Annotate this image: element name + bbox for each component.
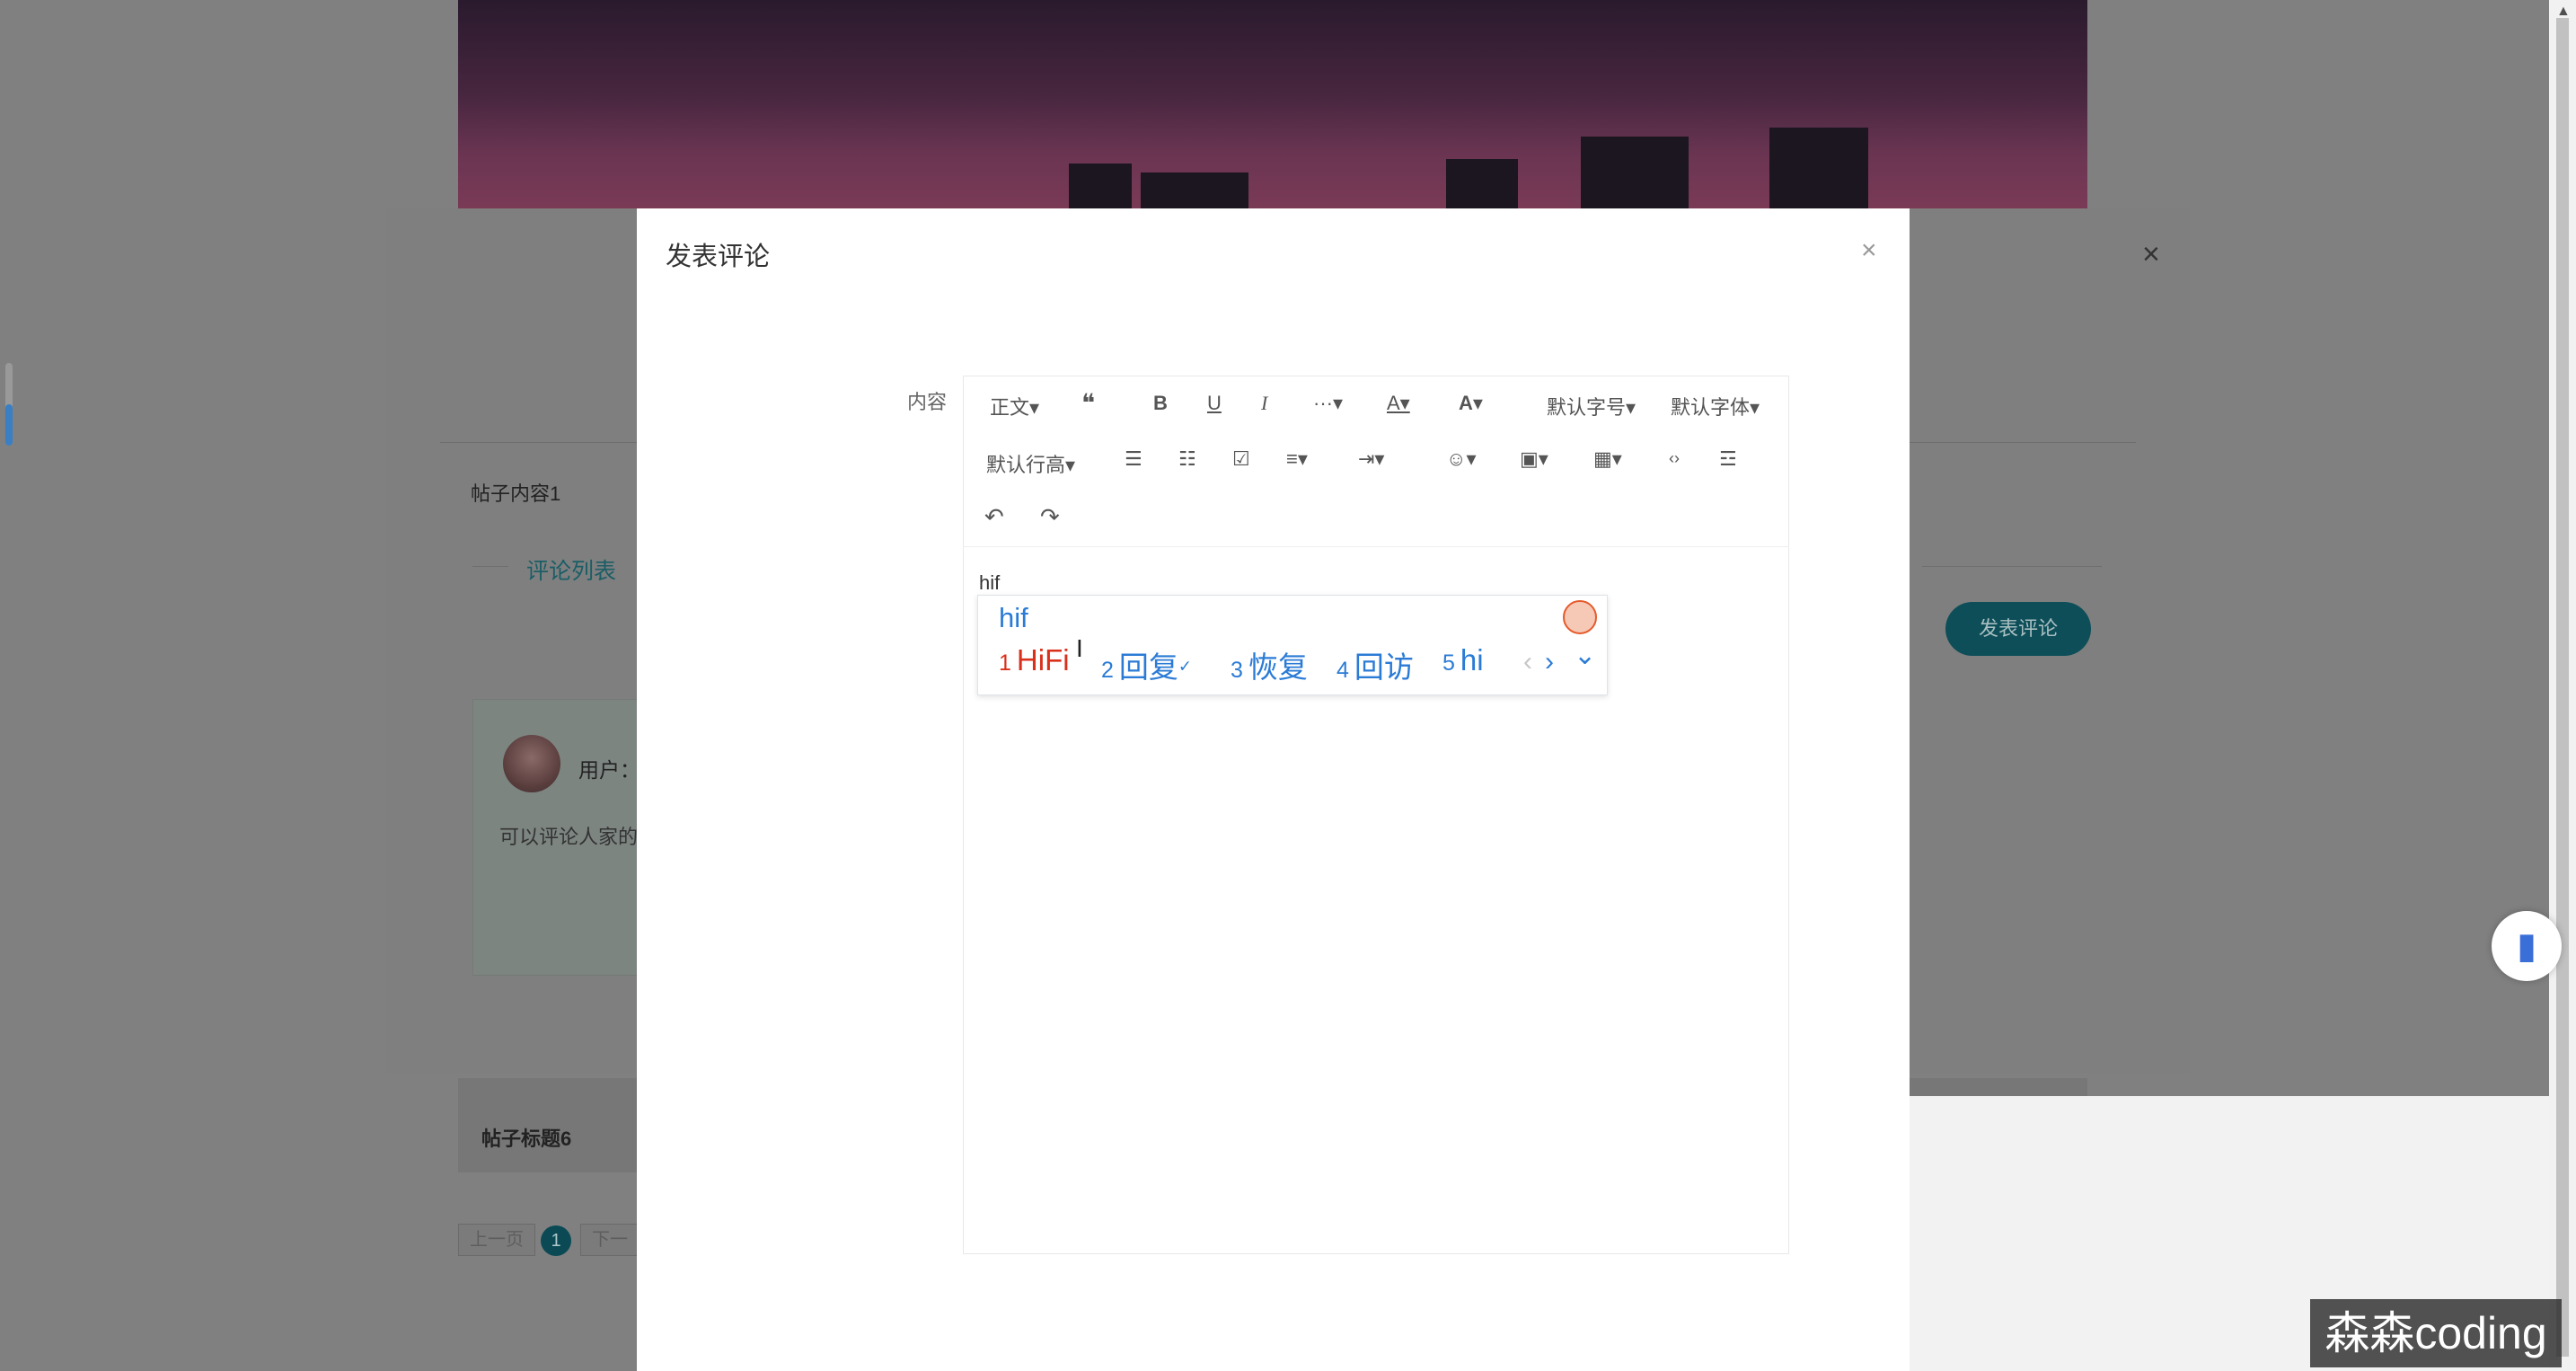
- candidate-word: hi: [1460, 643, 1484, 677]
- check-icon: ✓: [1178, 657, 1192, 676]
- underline-icon[interactable]: U: [1207, 392, 1222, 415]
- comment-user-label: 用户：: [578, 758, 640, 782]
- font-family-dropdown[interactable]: 默认字体▾: [1671, 392, 1760, 420]
- ime-composition: hif: [999, 602, 1028, 633]
- image-icon[interactable]: ▣▾: [1520, 447, 1548, 471]
- code-icon[interactable]: ‹›: [1669, 449, 1680, 468]
- scrollbar-thumb[interactable]: [2556, 18, 2569, 1357]
- undo-icon[interactable]: ↶: [984, 503, 1004, 531]
- divider: [472, 566, 508, 567]
- divider: [1922, 566, 2102, 567]
- font-color-icon[interactable]: A▾: [1387, 392, 1410, 415]
- quote-icon[interactable]: ❝: [1081, 388, 1095, 418]
- candidate-number: 4: [1337, 658, 1349, 683]
- redo-icon[interactable]: ↷: [1040, 503, 1060, 531]
- text-cursor-icon: I: [1076, 634, 1083, 662]
- candidate-number: 5: [1442, 650, 1455, 676]
- emoji-icon[interactable]: ☺▾: [1446, 447, 1477, 471]
- font-size-dropdown[interactable]: 默认字号▾: [1547, 392, 1636, 420]
- ime-prev-page-icon[interactable]: ‹: [1523, 647, 1532, 677]
- italic-icon[interactable]: I: [1261, 392, 1267, 415]
- close-icon[interactable]: ×: [2142, 237, 2160, 272]
- candidate-number: 1: [999, 650, 1011, 676]
- content-field-label: 内容: [907, 391, 948, 413]
- post-content: 帖子内容1: [471, 482, 561, 505]
- ime-logo-icon[interactable]: [1563, 600, 1597, 634]
- dialog-title: 发表评论: [666, 243, 771, 271]
- candidate-word: 恢复: [1248, 650, 1308, 684]
- ime-next-page-icon[interactable]: ›: [1545, 647, 1554, 677]
- pager-current-page[interactable]: 1: [541, 1225, 571, 1256]
- numbered-list-icon[interactable]: ☷: [1178, 447, 1196, 471]
- bullet-list-icon[interactable]: ☰: [1125, 447, 1142, 471]
- watermark: 森森coding: [2310, 1299, 2562, 1367]
- ime-candidate[interactable]: 5 hi: [1442, 643, 1484, 677]
- candidate-number: 2: [1101, 658, 1114, 683]
- bold-icon[interactable]: B: [1153, 392, 1168, 415]
- table-icon[interactable]: ▦▾: [1593, 447, 1622, 471]
- ime-candidate[interactable]: 3 恢复: [1231, 643, 1308, 686]
- ime-candidate[interactable]: 1 HiFi: [999, 643, 1070, 677]
- post-title[interactable]: 帖子标题6: [481, 1123, 571, 1152]
- floating-assistant-icon[interactable]: ▮: [2492, 911, 2562, 981]
- avatar: [503, 735, 560, 792]
- post-comment-button[interactable]: 发表评论: [1945, 602, 2091, 656]
- candidate-word: 回复: [1118, 650, 1178, 684]
- ime-expand-icon[interactable]: ⌄: [1574, 640, 1596, 671]
- tab-comment-list[interactable]: 评论列表: [526, 553, 616, 586]
- ime-candidate[interactable]: 2 回复✓: [1101, 643, 1192, 686]
- background-color-icon[interactable]: A▾: [1459, 392, 1483, 415]
- toolbar-divider: [963, 546, 1789, 547]
- indent-icon[interactable]: ⇥▾: [1358, 447, 1384, 471]
- ime-candidate[interactable]: 4 回访: [1337, 643, 1414, 686]
- rich-text-editor[interactable]: [963, 376, 1789, 1254]
- editor-content[interactable]: hif: [979, 571, 1000, 595]
- banner-image: [458, 0, 2087, 208]
- pager-prev-button[interactable]: 上一页: [458, 1224, 535, 1256]
- comment-text: 可以评论人家的: [499, 826, 639, 848]
- paragraph-dropdown[interactable]: 正文▾: [990, 392, 1039, 420]
- pager-next-button[interactable]: 下一: [580, 1224, 640, 1256]
- candidate-word: HiFi: [1016, 643, 1070, 677]
- more-icon[interactable]: ···▾: [1313, 392, 1343, 415]
- divider-line-icon[interactable]: ☲: [1719, 447, 1737, 471]
- line-height-dropdown[interactable]: 默认行高▾: [986, 449, 1075, 478]
- align-icon[interactable]: ≡▾: [1286, 447, 1308, 471]
- close-icon[interactable]: ×: [1861, 235, 1877, 266]
- candidate-number: 3: [1231, 658, 1243, 683]
- candidate-word: 回访: [1354, 650, 1414, 684]
- todo-icon[interactable]: ☑: [1232, 447, 1250, 471]
- side-scroll-indicator-fill: [5, 404, 13, 446]
